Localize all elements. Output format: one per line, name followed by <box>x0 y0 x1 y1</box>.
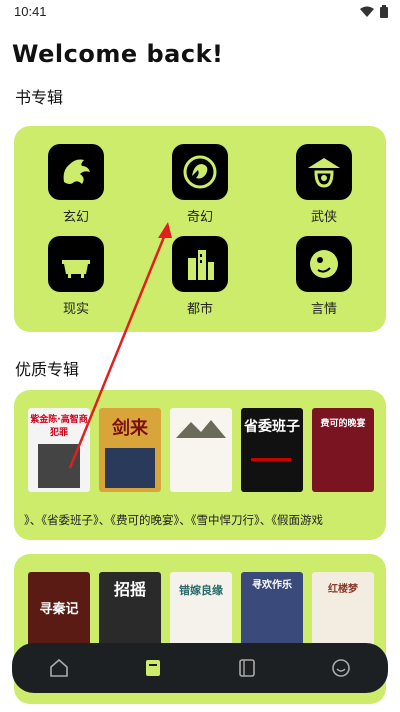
category-label: 言情 <box>310 302 337 317</box>
status-icons <box>360 5 388 18</box>
book-cover[interactable]: 省委班子 <box>241 408 303 492</box>
category-label: 武侠 <box>310 210 337 225</box>
category-dushi[interactable]: 都市 <box>160 236 240 317</box>
city-buildings-icon <box>172 236 228 292</box>
nav-book[interactable] <box>227 648 267 688</box>
category-wuxia[interactable]: 武侠 <box>284 144 364 225</box>
status-time: 10:41 <box>14 4 47 19</box>
home-icon <box>50 658 68 677</box>
battery-icon <box>380 5 388 18</box>
welcome-title: Welcome back! <box>12 40 224 68</box>
wifi-icon <box>360 6 374 17</box>
status-bar: 10:41 <box>0 0 400 24</box>
bookshelf-icon <box>146 660 160 676</box>
category-qihuan[interactable]: 奇幻 <box>160 144 240 225</box>
category-section-title: 书专辑 <box>15 88 64 107</box>
bathtub-icon <box>48 236 104 292</box>
dragon-icon <box>48 144 104 200</box>
nav-bookshelf[interactable] <box>133 648 173 688</box>
bottom-nav <box>12 643 388 693</box>
book-cover[interactable]: 剑来 <box>99 408 161 492</box>
category-label: 现实 <box>62 302 89 317</box>
martial-hat-icon <box>296 144 352 200</box>
nav-profile[interactable] <box>321 648 361 688</box>
romance-creature-icon <box>296 236 352 292</box>
featured-book-list: 》、《省委班子》、《费可的晚宴》、《雪中悍刀行》、《假面游戏 <box>24 513 323 527</box>
category-xuanhuan[interactable]: 玄幻 <box>36 144 116 225</box>
book-icon <box>239 659 255 677</box>
category-card: 玄幻 奇幻 武侠 现实 都市 言情 <box>14 126 386 332</box>
featured-section-title: 优质专辑 <box>15 360 80 379</box>
fantasy-dragon-icon <box>172 144 228 200</box>
profile-icon <box>332 659 350 677</box>
book-cover[interactable] <box>170 408 232 492</box>
category-yanqing[interactable]: 言情 <box>284 236 364 317</box>
featured-album-1[interactable]: 紫金陈·高智商犯罪 剑来 省委班子 费可的晚宴 》、《省委班子》、《费可的晚宴》… <box>14 390 386 540</box>
category-label: 都市 <box>186 302 213 317</box>
book-cover[interactable]: 紫金陈·高智商犯罪 <box>28 408 90 492</box>
book-cover[interactable]: 费可的晚宴 <box>312 408 374 492</box>
category-label: 玄幻 <box>62 210 89 225</box>
nav-home[interactable] <box>39 648 79 688</box>
category-xianshi[interactable]: 现实 <box>36 236 116 317</box>
cover-row: 紫金陈·高智商犯罪 剑来 省委班子 费可的晚宴 <box>28 408 374 492</box>
category-label: 奇幻 <box>186 210 213 225</box>
